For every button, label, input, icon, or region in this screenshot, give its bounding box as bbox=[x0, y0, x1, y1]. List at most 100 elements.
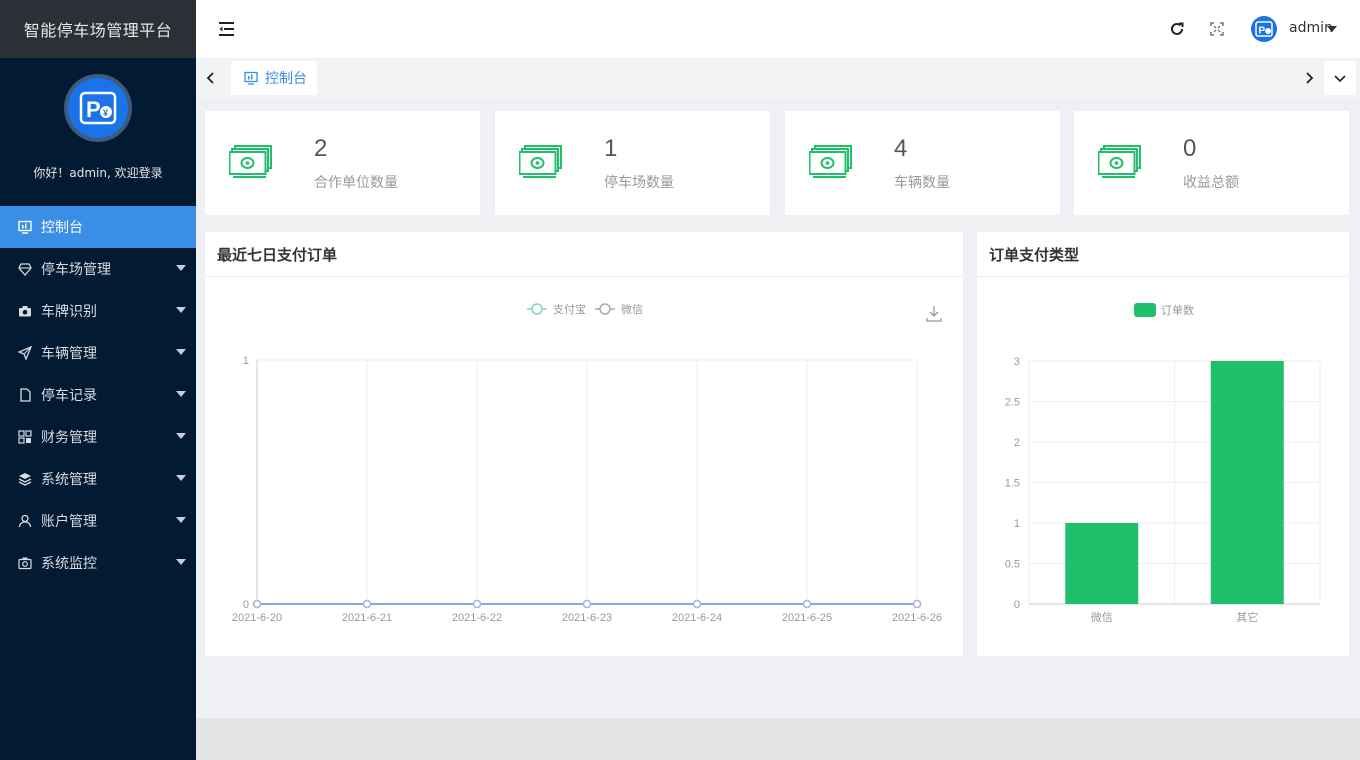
sidebar-item-system[interactable]: 系统管理 bbox=[0, 458, 196, 500]
y-tick-label: 2.5 bbox=[1005, 397, 1020, 409]
sidebar-item-vehicles[interactable]: 车辆管理 bbox=[0, 332, 196, 374]
data-point bbox=[472, 599, 482, 609]
y-tick-label: 0 bbox=[243, 599, 249, 611]
stat-label: 合作单位数量 bbox=[314, 175, 398, 191]
chevron-down-icon bbox=[1334, 75, 1346, 83]
chevron-right-icon[interactable] bbox=[1302, 70, 1316, 84]
svg-text:¥: ¥ bbox=[103, 108, 108, 118]
welcome-text: 你好！admin, 欢迎登录 bbox=[33, 166, 163, 180]
chevron-down-icon bbox=[176, 349, 186, 355]
cash-icon bbox=[229, 145, 272, 178]
chevron-down-icon bbox=[176, 433, 186, 439]
stat-label: 收益总额 bbox=[1183, 175, 1239, 191]
diamond-icon bbox=[18, 262, 32, 276]
stat-label: 车辆数量 bbox=[894, 175, 950, 191]
legend-marker bbox=[599, 303, 611, 315]
x-tick-label: 2021-6-24 bbox=[672, 612, 722, 624]
y-tick-label: 0.5 bbox=[1005, 559, 1020, 571]
refresh-icon[interactable] bbox=[1168, 20, 1186, 38]
data-point bbox=[692, 599, 702, 609]
stat-card-vehicles: 4 车辆数量 bbox=[785, 111, 1060, 215]
cash-icon bbox=[1098, 145, 1141, 178]
send-icon bbox=[18, 346, 32, 360]
tabs-dropdown-button[interactable] bbox=[1324, 61, 1356, 95]
line-chart-panel: 最近七日支付订单 支付宝 微信 0 1 2021-6-20 2021-6-21 2021-6… bbox=[205, 232, 963, 656]
x-tick-label: 2021-6-20 bbox=[232, 612, 282, 624]
sidebar-item-parking-records[interactable]: 停车记录 bbox=[0, 374, 196, 416]
x-tick-label: 2021-6-26 bbox=[892, 612, 942, 624]
x-tick-label: 2021-6-25 bbox=[782, 612, 832, 624]
line-chart: 支付宝 微信 0 1 2021-6-20 2021-6-21 2021-6-22 2021-6… bbox=[232, 302, 942, 624]
sidebar-item-label: 系统管理 bbox=[41, 472, 97, 488]
chevron-down-icon bbox=[176, 559, 186, 565]
bar-0 bbox=[1065, 523, 1139, 604]
sidebar-item-label: 停车场管理 bbox=[41, 262, 111, 278]
x-tick-label: 其它 bbox=[1236, 610, 1258, 624]
x-tick-label: 微信 bbox=[1091, 610, 1113, 624]
layers-icon bbox=[18, 472, 32, 486]
stat-value: 4 bbox=[894, 135, 908, 162]
sidebar-item-dashboard[interactable]: 控制台 bbox=[0, 206, 196, 248]
data-point bbox=[802, 599, 812, 609]
sidebar-item-label: 财务管理 bbox=[41, 430, 97, 446]
tab-label: 控制台 bbox=[265, 71, 307, 87]
top-header: P admin bbox=[196, 0, 1360, 58]
sidebar-item-label: 车辆管理 bbox=[41, 346, 97, 362]
download-icon-shape bbox=[926, 306, 942, 322]
data-point bbox=[582, 599, 592, 609]
sidebar-menu: 控制台 停车场管理 车牌识别 车辆管理 停车记录 财务管理 系统管理 账户管理 … bbox=[0, 206, 196, 584]
y-tick-label: 1 bbox=[243, 355, 249, 367]
x-tick-label: 2021-6-23 bbox=[562, 612, 612, 624]
stat-label: 停车场数量 bbox=[604, 175, 674, 191]
cash-icon bbox=[809, 145, 852, 178]
data-point bbox=[252, 599, 262, 609]
sidebar-item-plate-recognition[interactable]: 车牌识别 bbox=[0, 290, 196, 332]
monitor-icon bbox=[18, 220, 32, 234]
stat-value: 2 bbox=[314, 135, 328, 162]
y-tick-label: 2 bbox=[1014, 437, 1020, 449]
footer-bar bbox=[196, 718, 1360, 760]
data-point bbox=[362, 599, 372, 609]
document-icon bbox=[18, 388, 32, 402]
legend-label: 支付宝 bbox=[553, 302, 586, 316]
parking-logo-icon: P bbox=[1255, 21, 1273, 37]
fullscreen-icon[interactable] bbox=[1208, 20, 1226, 38]
bar-chart: 订单数 0 0.5 1 1.5 2 2.5 3 微信 其它 bbox=[1005, 303, 1321, 624]
sidebar-item-label: 停车记录 bbox=[41, 388, 97, 404]
collapse-menu-icon[interactable] bbox=[218, 20, 236, 38]
parking-logo-icon: P ¥ bbox=[79, 91, 117, 125]
user-avatar[interactable]: P bbox=[1251, 16, 1277, 42]
data-point bbox=[912, 599, 922, 609]
chevron-left-icon[interactable] bbox=[204, 70, 218, 84]
sidebar-item-accounts[interactable]: 账户管理 bbox=[0, 500, 196, 542]
chevron-down-icon bbox=[176, 517, 186, 523]
tab-dashboard[interactable]: 控制台 bbox=[231, 61, 317, 95]
chevron-down-icon bbox=[176, 307, 186, 313]
grid-icon bbox=[18, 430, 32, 444]
legend-label: 订单数 bbox=[1161, 304, 1194, 317]
y-tick-label: 1 bbox=[1014, 518, 1020, 530]
y-tick-label: 3 bbox=[1014, 356, 1020, 368]
avatar: P ¥ bbox=[64, 74, 132, 142]
monitor-icon bbox=[244, 71, 258, 85]
chevron-down-icon bbox=[176, 265, 186, 271]
svg-text:P: P bbox=[86, 97, 101, 122]
sidebar-item-parking-lot[interactable]: 停车场管理 bbox=[0, 248, 196, 290]
sidebar-item-monitoring[interactable]: 系统监控 bbox=[0, 542, 196, 584]
sidebar-item-label: 车牌识别 bbox=[41, 304, 97, 320]
y-tick-label: 1.5 bbox=[1005, 478, 1020, 490]
sidebar-item-label: 控制台 bbox=[41, 220, 83, 236]
stat-value: 1 bbox=[604, 135, 618, 162]
legend-label: 微信 bbox=[621, 302, 643, 316]
chevron-down-icon bbox=[176, 475, 186, 481]
user-profile: P ¥ 你好！admin, 欢迎登录 bbox=[0, 58, 196, 206]
sidebar-item-finance[interactable]: 财务管理 bbox=[0, 416, 196, 458]
sidebar: 智能停车场管理平台 P ¥ 你好！admin, 欢迎登录 控制台 停车场管理 车… bbox=[0, 0, 196, 760]
x-tick-label: 2021-6-21 bbox=[342, 612, 392, 624]
camera-outline-icon bbox=[18, 556, 32, 570]
stat-card-revenue: 0 收益总额 bbox=[1074, 111, 1349, 215]
chevron-down-icon bbox=[176, 391, 186, 397]
legend-marker bbox=[531, 303, 543, 315]
y-tick-label: 0 bbox=[1014, 599, 1020, 611]
caret-down-icon[interactable] bbox=[1327, 26, 1337, 32]
